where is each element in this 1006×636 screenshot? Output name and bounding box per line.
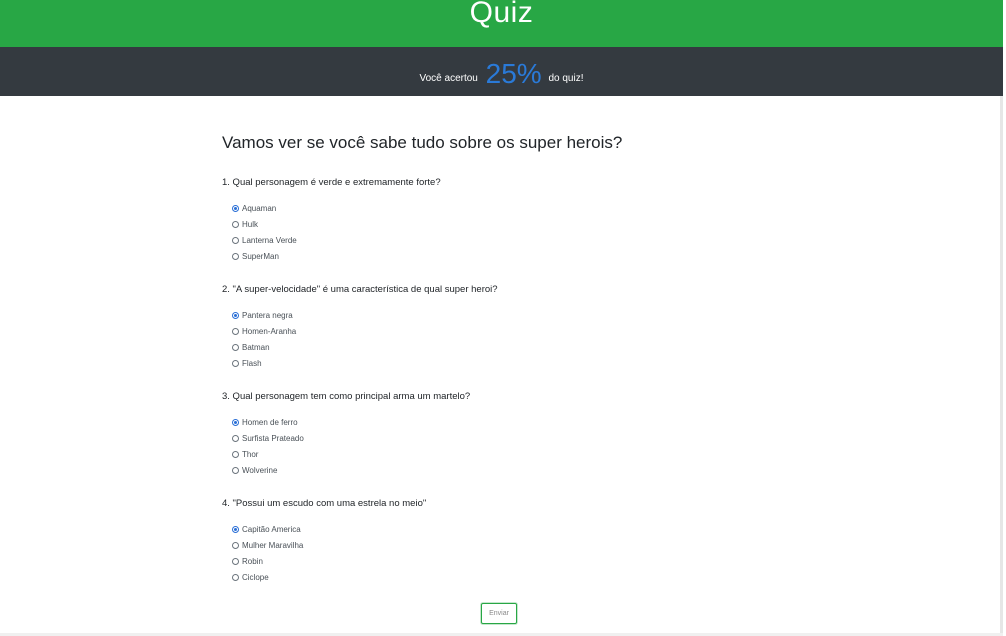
radio-button[interactable] (232, 343, 239, 351)
answer-option[interactable]: Pantera negra (232, 307, 822, 323)
answer-label: Hulk (242, 219, 259, 229)
score-prefix: Você acertou (419, 73, 478, 84)
score-value: 25% (485, 58, 542, 89)
radio-button[interactable] (232, 311, 239, 319)
answer-option[interactable]: Aquaman (232, 200, 822, 216)
radio-button[interactable] (232, 418, 239, 426)
radio-button[interactable] (232, 220, 239, 228)
score-bar: Você acertou 25% do quiz! (0, 47, 1003, 96)
answer-options: Capitão America Mulher Maravilha Robin Cicl… (222, 521, 822, 585)
answer-label: Lanterna Verde (242, 235, 297, 245)
radio-button[interactable] (232, 573, 239, 581)
radio-button[interactable] (232, 525, 239, 533)
radio-button[interactable] (232, 359, 239, 367)
radio-button[interactable] (232, 236, 239, 244)
radio-button[interactable] (232, 327, 239, 335)
answer-options: Homen de ferro Surfista Prateado Thor Wolve… (222, 414, 822, 478)
radio-button[interactable] (232, 204, 239, 212)
answer-option[interactable]: Hulk (232, 216, 822, 232)
answer-label: Robin (242, 556, 263, 566)
answer-label: Aquaman (242, 203, 277, 213)
answer-options: Pantera negra Homen-Aranha Batman Flash (222, 307, 822, 371)
score-suffix: do quiz! (548, 73, 584, 84)
question-text: 2. "A super-velocidade" é uma caracterís… (222, 284, 498, 295)
answer-label: Homen de ferro (242, 417, 298, 427)
page-title: Quiz (469, 0, 534, 29)
radio-button[interactable] (232, 450, 239, 458)
page-header: Quiz (0, 0, 1003, 47)
question-2: 2. "A super-velocidade" é uma caracterís… (222, 284, 822, 371)
quiz-page: Quiz Você acertou 25% do quiz! Vamos ver… (0, 0, 1003, 636)
answer-label: Mulher Maravilha (242, 540, 304, 550)
answer-option[interactable]: Thor (232, 446, 822, 462)
answer-label: Homen-Aranha (242, 326, 297, 336)
answer-label: Batman (242, 342, 270, 352)
submit-wrap: Enviar (481, 602, 517, 624)
question-text: 1. Qual personagem é verde e extremament… (222, 177, 441, 188)
radio-button[interactable] (232, 434, 239, 442)
radio-button[interactable] (232, 466, 239, 474)
answer-label: Capitão America (242, 524, 301, 534)
question-text: 3. Qual personagem tem como principal ar… (222, 391, 471, 402)
answer-option[interactable]: Batman (232, 339, 822, 355)
answer-option[interactable]: Homen-Aranha (232, 323, 822, 339)
answer-option[interactable]: Flash (232, 355, 822, 371)
answer-option[interactable]: Lanterna Verde (232, 232, 822, 248)
answer-label: Thor (242, 449, 259, 459)
answer-label: Wolverine (242, 465, 278, 475)
answer-label: Ciclope (242, 572, 269, 582)
answer-options: Aquaman Hulk Lanterna Verde SuperMan (222, 200, 822, 264)
answer-option[interactable]: Surfista Prateado (232, 430, 822, 446)
answer-label: Flash (242, 358, 262, 368)
question-3: 3. Qual personagem tem como principal ar… (222, 391, 822, 478)
answer-option[interactable]: Capitão America (232, 521, 822, 537)
question-1: 1. Qual personagem é verde e extremament… (222, 177, 822, 264)
question-text: 4. "Possui um escudo com uma estrela no … (222, 498, 427, 509)
answer-option[interactable]: Homen de ferro (232, 414, 822, 430)
quiz-content: Vamos ver se você sabe tudo sobre os sup… (222, 130, 822, 156)
radio-button[interactable] (232, 557, 239, 565)
answer-option[interactable]: Robin (232, 553, 822, 569)
answer-label: Pantera negra (242, 310, 293, 320)
radio-button[interactable] (232, 541, 239, 549)
answer-label: Surfista Prateado (242, 433, 304, 443)
answer-option[interactable]: SuperMan (232, 248, 822, 264)
answer-option[interactable]: Mulher Maravilha (232, 537, 822, 553)
answer-option[interactable]: Ciclope (232, 569, 822, 585)
quiz-heading: Vamos ver se você sabe tudo sobre os sup… (222, 133, 623, 152)
radio-button[interactable] (232, 252, 239, 260)
answer-option[interactable]: Wolverine (232, 462, 822, 478)
question-4: 4. "Possui um escudo com uma estrela no … (222, 498, 822, 585)
answer-label: SuperMan (242, 251, 279, 261)
submit-button[interactable]: Enviar (481, 603, 517, 624)
